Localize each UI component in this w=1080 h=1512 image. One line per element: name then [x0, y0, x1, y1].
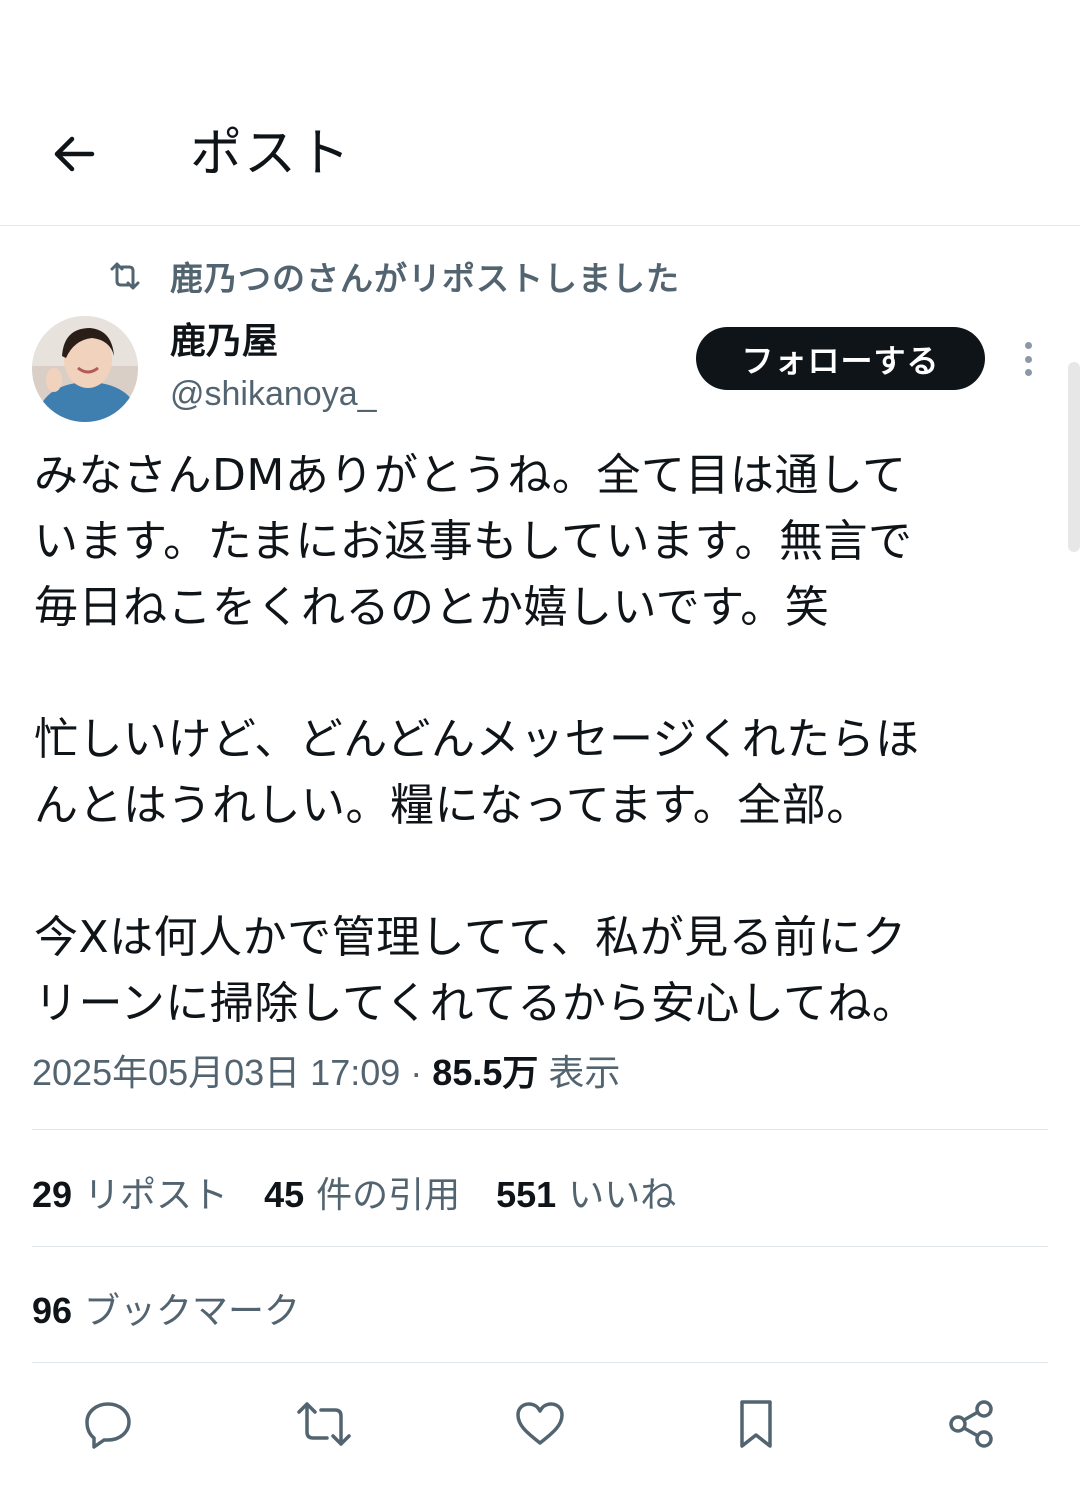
retweet-icon: [297, 1402, 351, 1446]
tweet-paragraph: みなさんDMありがとうね。全て目は通して います。たまにお返事もしています。無言…: [34, 443, 1054, 641]
more-options-button[interactable]: [1008, 336, 1048, 382]
tweet-line: 今Xは何人かで管理してて、私が見る前にク: [34, 912, 907, 963]
like-button[interactable]: [510, 1394, 570, 1454]
scrollbar[interactable]: [1068, 362, 1080, 552]
bookmark-icon: [740, 1400, 772, 1448]
reposts-count: 29: [32, 1174, 73, 1215]
retweet-button[interactable]: [294, 1394, 354, 1454]
quotes-label: 件の引用: [316, 1175, 461, 1216]
author-display-name[interactable]: 鹿乃屋: [170, 320, 278, 364]
divider: [32, 1246, 1048, 1247]
views-label: 表示: [548, 1052, 621, 1093]
likes-stat[interactable]: 551 いいね: [496, 1166, 676, 1218]
views-count: 85.5万: [432, 1052, 539, 1093]
tweet-line: 忙しいけど、どんどんメッセージくれたらほ: [34, 714, 920, 765]
meta-separator: ·: [410, 1052, 423, 1093]
repost-notice-text: 鹿乃つのさんがリポストしました: [170, 259, 680, 298]
repost-icon: [108, 258, 144, 294]
arrow-left-icon: [54, 136, 95, 172]
share-button[interactable]: [942, 1394, 1002, 1454]
bookmark-button[interactable]: [726, 1394, 786, 1454]
reposts-label: リポスト: [84, 1175, 229, 1216]
bookmarks-label: ブックマーク: [84, 1291, 301, 1332]
tweet-timestamp[interactable]: 2025年05月03日 17:09: [32, 1052, 400, 1093]
follow-button[interactable]: フォローする: [696, 327, 985, 390]
back-button[interactable]: [44, 124, 104, 184]
avatar[interactable]: [32, 316, 138, 422]
reposts-stat[interactable]: 29 リポスト: [32, 1166, 228, 1218]
tweet-paragraph: 忙しいけど、どんどんメッセージくれたらほ んとはうれしい。糧になってます。全部。: [34, 707, 1054, 839]
tweet-line: んとはうれしい。糧になってます。全部。: [34, 780, 871, 831]
share-icon: [949, 1400, 993, 1448]
tweet-line: みなさんDMありがとうね。全て目は通して: [34, 450, 907, 501]
likes-count: 551: [496, 1174, 557, 1215]
author-handle[interactable]: @shikanoya_: [170, 372, 377, 416]
tweet-meta: 2025年05月03日 17:09 · 85.5万 表示: [32, 1046, 620, 1100]
likes-label: いいね: [568, 1175, 677, 1216]
bookmarks-count: 96: [32, 1290, 73, 1331]
tweet-line: リーンに掃除してくれてるから安心してね。: [34, 978, 917, 1029]
heart-icon: [516, 1402, 564, 1445]
tweet-paragraph: 今Xは何人かで管理してて、私が見る前にク リーンに掃除してくれてるから安心してね…: [34, 905, 1054, 1037]
quotes-stat[interactable]: 45 件の引用: [264, 1166, 460, 1218]
tweet-line: います。たまにお返事もしています。無言で: [34, 516, 913, 567]
bookmarks-stat[interactable]: 96 ブックマーク: [32, 1280, 336, 1336]
repost-notice[interactable]: 鹿乃つのさんがリポストしました: [108, 254, 680, 298]
reply-button[interactable]: [78, 1394, 138, 1454]
tweet-line: 毎日ねこをくれるのとか嬉しいです。笑: [34, 582, 830, 633]
top-bar: ポスト: [0, 0, 1080, 226]
divider: [32, 1362, 1048, 1363]
divider: [32, 1129, 1048, 1130]
more-vertical-icon: [1024, 342, 1032, 349]
tweet-text: みなさんDMありがとうね。全て目は通して います。たまにお返事もしています。無言…: [34, 443, 1054, 1037]
action-bar: [0, 1394, 1080, 1460]
page-title: ポスト: [190, 124, 353, 184]
reply-icon: [85, 1402, 131, 1449]
quotes-count: 45: [264, 1174, 305, 1215]
engagement-stats: 29 リポスト 45 件の引用 551 いいね: [32, 1164, 712, 1220]
